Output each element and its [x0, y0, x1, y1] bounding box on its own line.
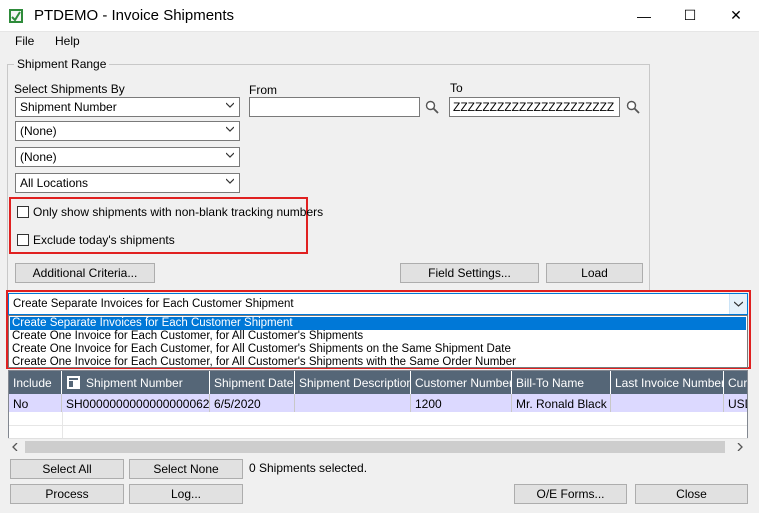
close-icon: ✕ — [730, 7, 742, 23]
select-by-value: Shipment Number — [20, 100, 117, 114]
select-all-button[interactable]: Select All — [10, 459, 124, 479]
scroll-left-icon[interactable] — [12, 443, 18, 451]
table-cell[interactable] — [295, 394, 411, 412]
column-chooser-icon[interactable] — [67, 376, 80, 389]
field-settings-button[interactable]: Field Settings... — [400, 263, 539, 283]
invoice-mode-option[interactable]: Create Separate Invoices for Each Custom… — [10, 317, 746, 330]
chevron-down-icon — [226, 178, 234, 184]
oe-forms-button[interactable]: O/E Forms... — [514, 484, 627, 504]
maximize-button[interactable]: ☐ — [667, 0, 713, 31]
table-cell[interactable]: 6/5/2020 — [210, 394, 295, 412]
search-icon[interactable] — [626, 100, 640, 114]
minimize-icon: — — [637, 7, 651, 24]
invoice-mode-dropdown[interactable]: Create Separate Invoices for Each Custom… — [8, 293, 748, 315]
table-cell[interactable] — [611, 394, 724, 412]
from-input[interactable] — [249, 97, 420, 117]
menu-file[interactable]: File — [15, 34, 34, 48]
horizontal-scrollbar[interactable] — [8, 438, 748, 455]
table-cell[interactable]: USD — [724, 394, 747, 412]
selected-status: 0 Shipments selected. — [249, 461, 368, 475]
location-value: All Locations — [20, 176, 89, 190]
exclude-today-checkbox[interactable] — [17, 234, 29, 246]
exclude-today-checkbox-label: Exclude today's shipments — [33, 233, 175, 247]
close-window-button[interactable]: ✕ — [713, 0, 759, 31]
invoice-mode-selected: Create Separate Invoices for Each Custom… — [13, 298, 294, 310]
chevron-down-icon — [226, 126, 234, 132]
to-input[interactable]: ZZZZZZZZZZZZZZZZZZZZZZ — [449, 97, 620, 117]
load-button[interactable]: Load — [546, 263, 643, 283]
chevron-down-icon — [226, 102, 234, 108]
column-header[interactable]: Curre — [724, 371, 747, 394]
tracking-checkbox[interactable] — [17, 206, 29, 218]
column-header[interactable]: Customer Number — [411, 371, 512, 394]
window-title: PTDEMO - Invoice Shipments — [34, 7, 235, 24]
table-cell[interactable]: Mr. Ronald Black — [512, 394, 611, 412]
table-cell[interactable]: SH0000000000000000062 — [62, 394, 210, 412]
column-header[interactable]: Shipment Date — [210, 371, 295, 394]
column-header[interactable]: Shipment Description — [295, 371, 411, 394]
title-bar: PTDEMO - Invoice Shipments — ☐ ✕ — [0, 0, 759, 32]
table-cell[interactable]: No — [9, 394, 62, 412]
chevron-down-icon — [226, 152, 234, 158]
menu-bar: File Help — [0, 31, 759, 51]
table-cell[interactable]: 1200 — [411, 394, 512, 412]
column-header-label: Shipment Number — [86, 376, 183, 390]
empty-row — [9, 412, 747, 426]
scrollbar-thumb[interactable] — [25, 441, 725, 453]
column-header[interactable]: Include — [9, 371, 62, 394]
invoice-mode-list: Create Separate Invoices for Each Custom… — [8, 315, 748, 368]
grid-line — [62, 412, 63, 438]
process-button[interactable]: Process — [10, 484, 124, 504]
maximize-icon: ☐ — [683, 7, 697, 23]
select-by-label: Select Shipments By — [14, 82, 125, 96]
shipment-range-label: Shipment Range — [14, 57, 110, 71]
invoice-mode-option[interactable]: Create One Invoice for Each Customer, fo… — [12, 343, 511, 356]
invoice-mode-option[interactable]: Create One Invoice for Each Customer, fo… — [12, 330, 363, 343]
select-none-button[interactable]: Select None — [129, 459, 243, 479]
select-by-dropdown[interactable]: Shipment Number — [15, 97, 240, 117]
menu-help[interactable]: Help — [55, 34, 80, 48]
tracking-checkbox-label: Only show shipments with non-blank track… — [33, 205, 324, 219]
filter2-value: (None) — [20, 124, 57, 138]
search-icon[interactable] — [425, 100, 439, 114]
app-icon — [9, 9, 23, 23]
column-header[interactable]: Bill-To Name — [512, 371, 611, 394]
close-button[interactable]: Close — [635, 484, 748, 504]
filter3-value: (None) — [20, 150, 57, 164]
to-label: To — [450, 81, 463, 95]
scroll-right-icon[interactable] — [737, 443, 743, 451]
dropdown-button[interactable] — [729, 294, 747, 314]
column-header[interactable]: Shipment Number — [62, 371, 210, 394]
additional-criteria-button[interactable]: Additional Criteria... — [15, 263, 155, 283]
from-label: From — [249, 83, 277, 97]
column-header[interactable]: Last Invoice Number — [611, 371, 724, 394]
location-dropdown[interactable]: All Locations — [15, 173, 240, 193]
log-button[interactable]: Log... — [129, 484, 243, 504]
filter3-dropdown[interactable]: (None) — [15, 147, 240, 167]
invoice-mode-option[interactable]: Create One Invoice for Each Customer, fo… — [12, 356, 516, 369]
chevron-down-icon — [734, 301, 743, 307]
minimize-button[interactable]: — — [621, 0, 667, 31]
filter2-dropdown[interactable]: (None) — [15, 121, 240, 141]
